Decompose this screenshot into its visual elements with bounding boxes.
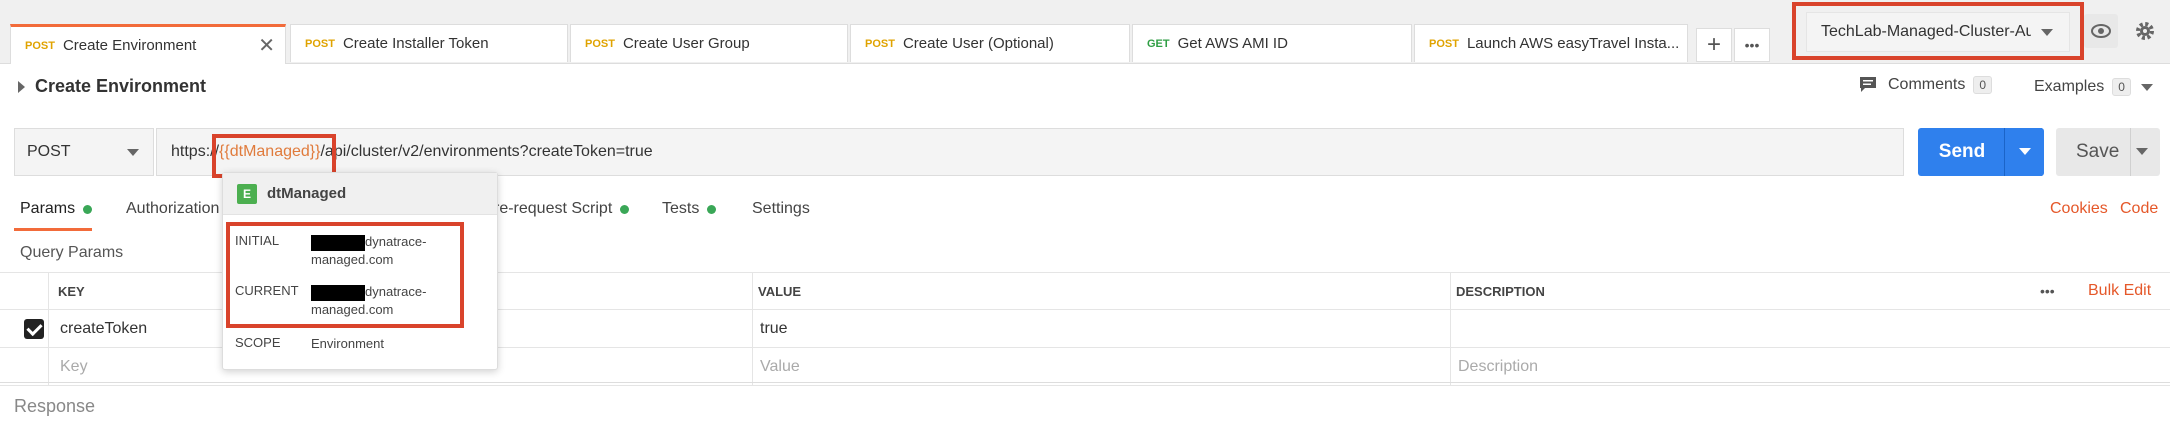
request-title[interactable]: Create Environment [18,76,206,97]
tab-params[interactable]: Params [20,200,93,218]
chevron-down-icon [2140,83,2153,91]
tab-label: Launch AWS easyTravel Insta... [1466,35,1680,52]
current-value: dynatrace- managed.com [311,284,427,317]
gear-icon [2136,22,2154,40]
tab-method: POST [865,37,895,50]
save-label: Save [2076,141,2120,162]
comments-label: Comments [1888,76,1966,93]
param-key[interactable]: createToken [60,310,147,347]
expand-triangle-icon [18,80,25,93]
param-checkbox[interactable] [24,310,44,347]
status-dot [620,204,630,214]
redacted-block [311,234,365,251]
description-input-placeholder[interactable]: Description [1458,348,1538,385]
chevron-down-icon [127,149,139,156]
tab-settings-label: Settings [752,200,810,217]
code-link[interactable]: Code [2120,200,2158,218]
tab-method: POST [25,39,55,52]
tab-method: GET [1147,37,1170,50]
tab-create-user-optional[interactable]: POST Create User (Optional) [850,24,1130,62]
manage-environments-button[interactable] [2128,14,2162,48]
param-value[interactable]: true [760,310,788,347]
tab-method: POST [305,37,335,50]
key-input-placeholder[interactable]: Key [60,348,88,385]
tab-label: Create User (Optional) [902,35,1054,52]
eye-icon [2091,24,2111,38]
environment-badge-icon: E [237,183,257,204]
initial-label: INITIAL [235,233,280,248]
header-description: DESCRIPTION [1456,283,1545,299]
url-prefix: https:// [171,143,220,160]
environment-selected-label: TechLab-Managed-Cluster-Au [1821,23,2031,40]
more-tabs-button[interactable]: ••• [1734,28,1770,62]
send-options-button[interactable] [2004,128,2044,176]
tab-get-aws-ami-id[interactable]: GET Get AWS AMI ID [1132,24,1412,62]
method-label: POST [27,143,71,160]
save-button[interactable]: Save [2056,128,2160,176]
url-suffix: /api/cluster/v2/environments?createToken… [320,143,653,160]
status-dot [83,204,93,214]
header-key: KEY [58,283,85,299]
header-value: VALUE [758,283,802,299]
tab-authorization-label: Authorization [126,200,220,217]
add-tab-button[interactable]: + [1696,28,1732,62]
tab-label: Create Installer Token [342,35,489,52]
tab-pre-request-label: re-request Script [494,200,613,217]
examples-button[interactable]: Examples 0 [2034,78,2153,96]
bulk-edit-link[interactable]: Bulk Edit [2088,273,2151,309]
comments-count: 0 [1973,76,1993,94]
examples-count: 0 [2112,78,2131,96]
tab-tests-label: Tests [662,200,700,217]
environment-select[interactable]: TechLab-Managed-Cluster-Au [1806,12,2070,52]
popover-header: E dtManaged [223,173,497,215]
more-options-button[interactable]: ••• [2040,273,2055,309]
cookies-link[interactable]: Cookies [2050,200,2108,218]
examples-label: Examples [2034,78,2105,95]
scope-value: Environment [311,336,384,351]
query-params-heading: Query Params [20,244,124,261]
save-separator [2130,128,2131,176]
tab-tests[interactable]: Tests [662,200,717,218]
comment-icon [1860,77,1876,92]
close-icon[interactable]: ✕ [258,33,275,58]
popover-variable-name: dtManaged [267,185,347,202]
tab-method: POST [585,37,615,50]
tab-create-user-group[interactable]: POST Create User Group [570,24,848,62]
redacted-block [311,284,365,301]
initial-value: dynatrace- managed.com [311,234,427,267]
environment-quick-look-button[interactable] [2084,14,2118,48]
send-label: Send [1938,141,1986,162]
tab-method: POST [1429,37,1459,50]
tab-label: Get AWS AMI ID [1177,35,1288,52]
request-name: Create Environment [35,76,207,96]
url-input[interactable]: https:// {{dtManaged}} /api/cluster/v2/e… [156,128,1904,176]
chevron-down-icon [2136,148,2148,155]
tab-settings[interactable]: Settings [752,200,810,218]
tab-authorization[interactable]: Authorization [126,200,219,218]
tab-pre-request-script[interactable]: re-request Script [494,200,630,218]
tab-launch-aws-easytravel[interactable]: POST Launch AWS easyTravel Insta... [1414,24,1688,62]
scope-label: SCOPE [235,335,281,350]
method-select[interactable]: POST [14,128,154,176]
value-input-placeholder[interactable]: Value [760,348,800,385]
tab-params-label: Params [20,200,76,217]
status-dot [707,204,717,214]
tab-create-environment[interactable]: POST Create Environment ✕ [10,24,286,64]
tab-create-installer-token[interactable]: POST Create Installer Token [290,24,568,62]
tab-label: Create Environment [62,37,197,54]
response-divider [0,382,2170,383]
tab-label: Create User Group [622,35,750,52]
active-tab-indicator [14,228,92,231]
chevron-down-icon [2041,29,2053,36]
comments-button[interactable]: Comments 0 [1858,76,1993,94]
response-heading[interactable]: Response [14,396,95,417]
tab-bar: POST Create Environment ✕ POST Create In… [0,0,2170,64]
current-label: CURRENT [235,283,299,298]
url-variable[interactable]: {{dtManaged}} [219,143,320,161]
variable-popover: E dtManaged INITIAL dynatrace- managed.c… [222,172,498,370]
